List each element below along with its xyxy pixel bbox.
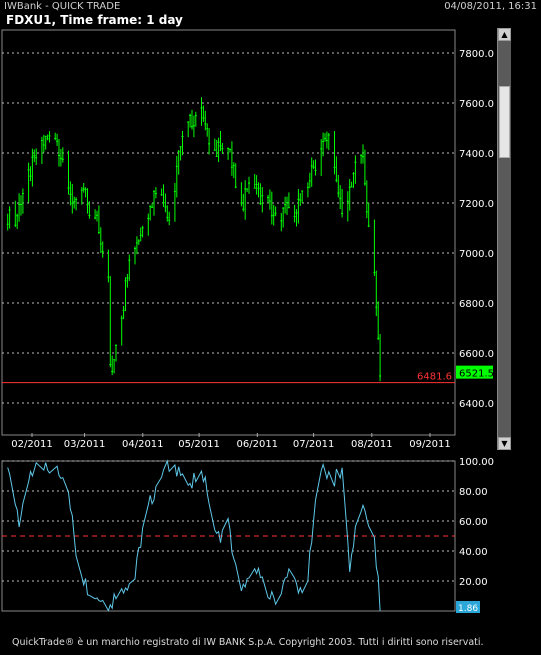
price-x-tick-label: 09/2011 xyxy=(409,439,451,450)
scroll-up-arrow-icon[interactable]: ▲ xyxy=(498,28,511,41)
support-line-label: 6481.6 xyxy=(417,372,452,383)
oscillator-y-tick-label: 100.00 xyxy=(459,458,494,468)
oscillator-chart[interactable]: 20.00 40.00 60.00 80.00 100.00 1.86 xyxy=(0,458,541,630)
oscillator-y-tick-label: 60.00 xyxy=(459,517,488,528)
oscillator-y-tick-label: 80.00 xyxy=(459,487,488,498)
price-x-tick-label: 05/2011 xyxy=(178,439,220,450)
copyright-text: QuickTrade® è un marchio registrato di I… xyxy=(12,637,484,648)
price-y-tick-label: 7400.0 xyxy=(459,149,494,160)
current-price-label: 6521.5 xyxy=(459,369,494,380)
price-candles xyxy=(6,97,382,382)
title-bar: IWBank - QUICK TRADE 04/08/2011, 16:31 F… xyxy=(0,0,541,28)
scroll-thumb[interactable] xyxy=(499,86,510,158)
scroll-down-arrow-icon[interactable]: ▼ xyxy=(498,437,511,450)
vertical-scrollbar[interactable]: ▲ ▼ xyxy=(497,28,511,450)
price-y-tick-label: 7600.0 xyxy=(459,99,494,110)
price-plot-frame xyxy=(1,29,456,436)
price-x-tick-label: 06/2011 xyxy=(237,439,279,450)
price-x-tick-label: 08/2011 xyxy=(351,439,393,450)
price-x-tick-label: 07/2011 xyxy=(293,439,335,450)
price-y-tick-label: 7200.0 xyxy=(459,199,494,210)
price-chart[interactable]: 6400.0 6600.0 6800.0 7000.0 7200.0 7400.0 7600… xyxy=(0,28,497,452)
oscillator-y-tick-label: 20.00 xyxy=(459,577,488,588)
app-title: IWBank - QUICK TRADE xyxy=(4,1,121,12)
price-x-tick-label: 03/2011 xyxy=(64,439,106,450)
price-y-tick-label: 6600.0 xyxy=(459,349,494,360)
price-y-tick-label: 7000.0 xyxy=(459,249,494,260)
price-y-tick-label: 6400.0 xyxy=(459,399,494,410)
chart-title: FDXU1, Time frame: 1 day xyxy=(6,13,183,27)
oscillator-y-tick-label: 40.00 xyxy=(459,547,488,558)
oscillator-value-label: 1.86 xyxy=(458,604,478,614)
price-x-tick-label: 02/2011 xyxy=(11,439,53,450)
footer: QuickTrade® è un marchio registrato di I… xyxy=(0,632,541,655)
datetime: 04/08/2011, 16:31 xyxy=(444,1,537,12)
price-y-tick-label: 6800.0 xyxy=(459,299,494,310)
price-y-tick-label: 7800.0 xyxy=(459,49,494,60)
price-x-tick-label: 04/2011 xyxy=(122,439,164,450)
